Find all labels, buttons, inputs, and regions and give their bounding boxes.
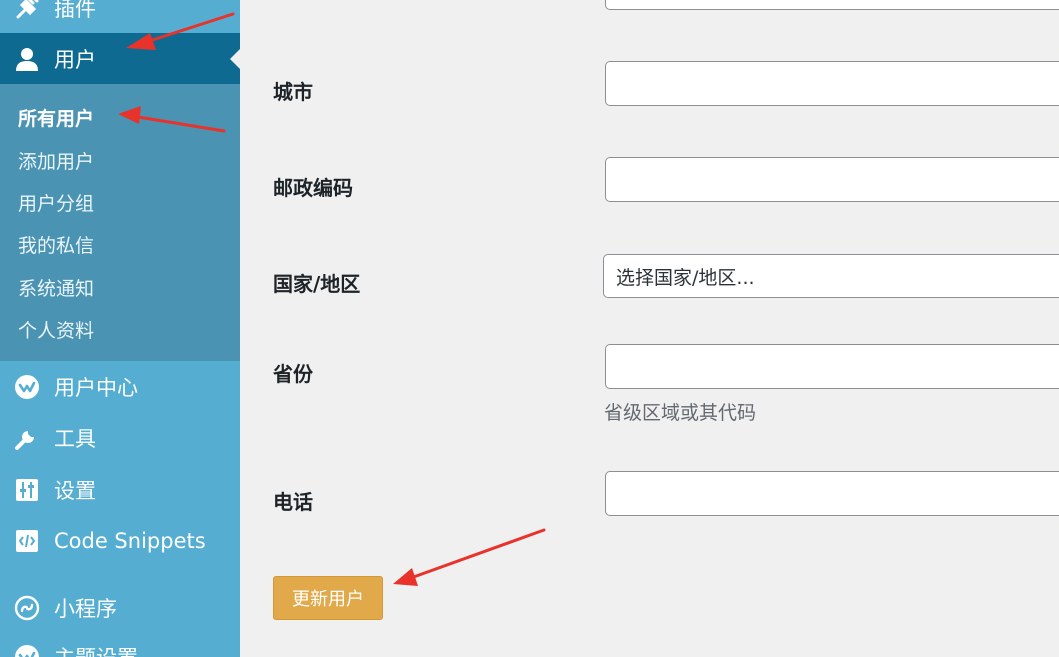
- users-submenu: 所有用户 添加用户 用户分组 我的私信 系统通知 个人资料: [0, 84, 240, 361]
- plugin-icon: [13, 0, 41, 22]
- menu-item-plugins[interactable]: 插件: [0, 0, 240, 32]
- menu-item-settings[interactable]: 设置: [0, 465, 240, 515]
- submenu-item-private-messages[interactable]: 我的私信: [18, 231, 94, 258]
- menu-item-mini-program[interactable]: 小程序: [0, 583, 240, 633]
- submenu-item-profile[interactable]: 个人资料: [18, 316, 94, 343]
- settings-sliders-icon: [13, 476, 41, 504]
- country-label: 国家/地区: [273, 272, 361, 296]
- state-hint: 省级区域或其代码: [604, 402, 757, 424]
- wrench-icon: [13, 424, 41, 452]
- menu-item-label: 小程序: [54, 597, 117, 621]
- menu-item-label: 工具: [54, 427, 96, 451]
- menu-item-code-snippets[interactable]: Code Snippets: [0, 516, 240, 566]
- menu-item-tools[interactable]: 工具: [0, 413, 240, 463]
- postcode-label: 邮政编码: [273, 176, 353, 200]
- menu-item-label: 设置: [54, 479, 96, 503]
- annotation-arrow-update-button: [393, 528, 546, 586]
- user-center-icon: [13, 373, 41, 401]
- menu-item-label: 主题设置: [54, 642, 138, 657]
- postcode-input[interactable]: [605, 157, 1059, 202]
- submenu-item-all-users[interactable]: 所有用户: [18, 104, 94, 131]
- code-snippets-icon: [13, 527, 41, 555]
- menu-item-label: 插件: [54, 0, 96, 21]
- menu-item-label: 用户: [54, 47, 96, 72]
- theme-settings-icon: [13, 643, 41, 657]
- mini-program-icon: [13, 594, 41, 622]
- submenu-item-add-user[interactable]: 添加用户: [18, 147, 94, 174]
- city-input[interactable]: [605, 61, 1059, 106]
- state-input[interactable]: [605, 344, 1059, 389]
- country-select-value: 选择国家/地区...: [616, 266, 755, 289]
- city-label: 城市: [273, 80, 313, 104]
- menu-item-users[interactable]: 用户: [0, 33, 240, 84]
- phone-label: 电话: [273, 490, 313, 514]
- previous-field-input[interactable]: [605, 0, 1059, 10]
- submenu-item-notifications[interactable]: 系统通知: [18, 274, 94, 301]
- country-select[interactable]: 选择国家/地区...: [603, 254, 1059, 298]
- state-label: 省份: [273, 362, 313, 386]
- admin-sidebar: 插件 用户 所有用户 添加用户 用户分组 我的私信 系统通知 个人资料 用户中心…: [0, 0, 240, 657]
- update-user-button[interactable]: 更新用户: [273, 576, 383, 620]
- menu-item-label: 用户中心: [54, 376, 138, 400]
- user-icon: [13, 45, 41, 73]
- menu-item-user-center[interactable]: 用户中心: [0, 362, 240, 412]
- menu-item-theme-settings[interactable]: 主题设置: [0, 632, 240, 657]
- menu-item-label: Code Snippets: [54, 529, 206, 553]
- submenu-item-user-groups[interactable]: 用户分组: [18, 189, 94, 216]
- phone-input[interactable]: [605, 471, 1059, 516]
